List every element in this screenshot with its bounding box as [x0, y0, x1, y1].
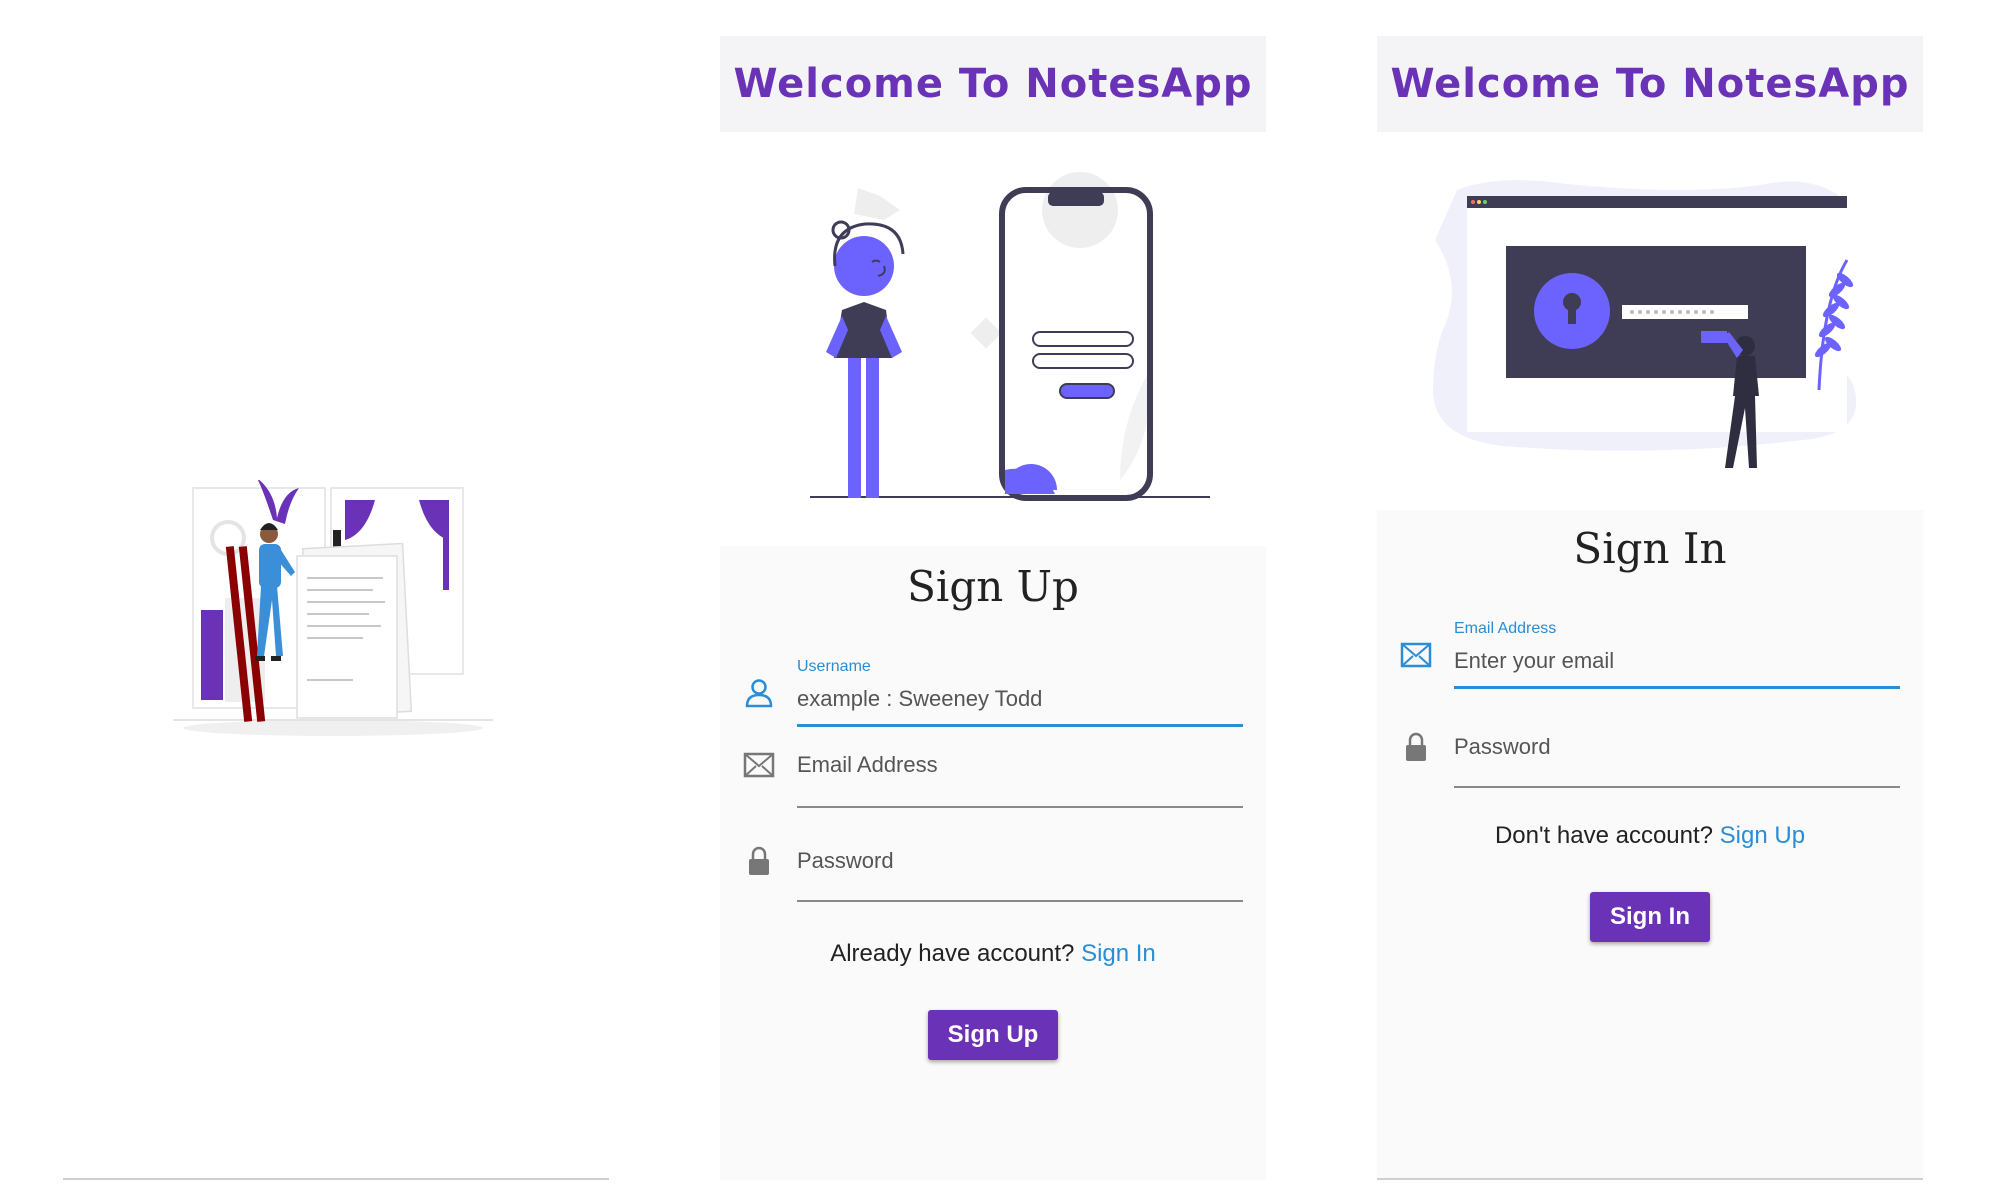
email-underline — [797, 806, 1243, 808]
signin-prompt-text: Already have account? — [830, 940, 1075, 967]
email-underline — [1454, 686, 1900, 689]
bottom-divider — [63, 1178, 609, 1180]
username-label: Username — [797, 658, 871, 675]
header-title: Welcome To NotesApp — [733, 61, 1253, 107]
email-placeholder[interactable]: Email Address — [797, 752, 938, 778]
notes-illustration — [173, 480, 493, 736]
mail-icon — [743, 752, 775, 778]
bottom-divider — [1377, 1178, 1923, 1180]
username-field[interactable]: Username example : Sweeney Todd — [720, 650, 1266, 730]
email-field[interactable]: Email Address — [720, 738, 1266, 818]
email-label: Email Address — [1454, 620, 1557, 637]
mail-icon — [1400, 642, 1432, 668]
signup-illustration — [810, 172, 1210, 501]
signup-screen: Welcome To NotesApp Sign Up Username exa… — [720, 0, 1266, 1180]
signup-link[interactable]: Sign Up — [1720, 822, 1805, 849]
signin-form-panel: Sign In Email Address Enter your email P… — [1377, 510, 1923, 1180]
lock-icon — [749, 846, 769, 875]
password-field[interactable]: Password — [1377, 720, 1923, 800]
signup-form-panel: Sign Up Username example : Sweeney Todd … — [720, 546, 1266, 1180]
form-title: Sign Up — [907, 562, 1079, 611]
signin-illustration — [1433, 180, 1857, 468]
email-value[interactable]: Enter your email — [1454, 648, 1614, 674]
splash-screen — [63, 0, 609, 1180]
username-underline — [797, 724, 1243, 727]
form-title: Sign In — [1573, 524, 1727, 573]
signin-button[interactable]: Sign In — [1590, 892, 1710, 942]
signin-screen: Welcome To NotesApp Sign In Email Addres… — [1377, 0, 1923, 1180]
lock-icon — [1406, 732, 1426, 761]
signin-link[interactable]: Sign In — [1081, 940, 1156, 967]
app-header: Welcome To NotesApp — [720, 36, 1266, 132]
email-field[interactable]: Email Address Enter your email — [1377, 612, 1923, 692]
person-icon — [745, 679, 773, 708]
password-underline — [1454, 786, 1900, 788]
signin-prompt: Already have account? Sign In — [720, 940, 1266, 968]
password-field[interactable]: Password — [720, 834, 1266, 914]
signup-prompt: Don't have account? Sign Up — [1377, 822, 1923, 850]
header-title: Welcome To NotesApp — [1390, 61, 1910, 107]
password-underline — [797, 900, 1243, 902]
app-header: Welcome To NotesApp — [1377, 36, 1923, 132]
password-placeholder[interactable]: Password — [797, 848, 894, 874]
password-placeholder[interactable]: Password — [1454, 734, 1551, 760]
signup-button[interactable]: Sign Up — [928, 1010, 1058, 1060]
signup-prompt-text: Don't have account? — [1494, 822, 1713, 849]
username-value[interactable]: example : Sweeney Todd — [797, 686, 1042, 712]
